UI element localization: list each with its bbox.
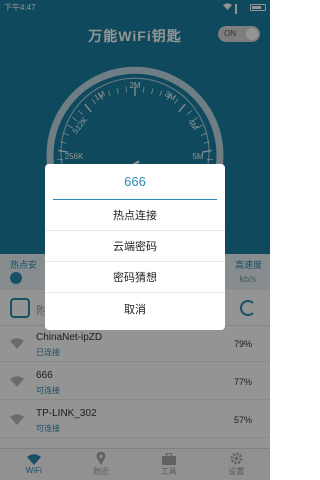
dialog-option-password-guess[interactable]: 密码猜想 [45, 262, 225, 293]
dialog-title: 666 [53, 164, 217, 200]
network-action-dialog: 666 热点连接 云端密码 密码猜想 取消 [45, 164, 225, 330]
dialog-option-cloud-password[interactable]: 云端密码 [45, 231, 225, 262]
dialog-option-cancel[interactable]: 取消 [45, 293, 225, 324]
dialog-option-hotspot-connect[interactable]: 热点连接 [45, 200, 225, 231]
